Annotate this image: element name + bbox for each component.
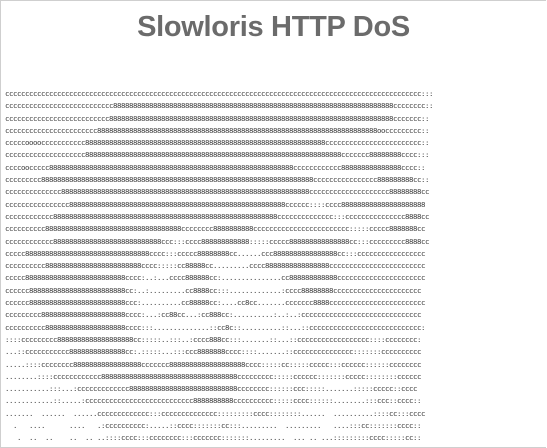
ascii-art-line: . .. .. .. .. ..::::cccc:::cccccccc:::cc… <box>16 433 421 443</box>
ascii-art-line: ccccccccc8888888888888888888888888888888… <box>5 175 429 185</box>
ascii-art-line: cccccccccccc888888888888888888888888888c… <box>5 236 429 246</box>
ascii-art-line: cccccccccc88888888888888888888cccc:::...… <box>5 322 425 332</box>
ascii-art-line: cccccccccccccccc888888888888888888888888… <box>5 199 425 209</box>
ascii-art-line: ccccooccccc88888888888888888888888888888… <box>5 162 425 172</box>
ascii-art-line: ccccccccccccccccccccccc88888888888888888… <box>5 125 429 135</box>
ascii-art-line: ...........:::...:ccccccccccccc888888888… <box>5 384 417 394</box>
ascii-art-line: cccccc888888888888888888888888cc:..:....… <box>5 285 421 295</box>
ascii-art-line: cccccccccccccccccccc88888888888888888888… <box>5 150 429 160</box>
ascii-art-line: ............::.....:cccccccccccccccccccc… <box>5 396 421 406</box>
ascii-art-line: cccccccccccccccccccccccccccccccccccccccc… <box>5 89 433 98</box>
ascii-art-line: ccccc8888888888888888888888888cccc:..:..… <box>5 273 425 283</box>
ascii-art-line: cccccccccccc8888888888888888888888888888… <box>5 211 429 221</box>
ascii-art-line: cccccccccccccccccccccccccc88888888888888… <box>5 113 429 123</box>
ascii-art-line: .....::::cccccccc88888888888888888cccccc… <box>5 359 421 369</box>
ascii-art-line: cccccccccccccc88888888888888888888888888… <box>5 187 429 197</box>
ascii-art-line: ........::::cccccccccccc8888888888888888… <box>5 371 421 381</box>
ascii-art-line: ....... ...... ......ccccccccccccc:::ccc… <box>5 408 425 418</box>
ascii-art-line: ...::ccccccccccc88888888888888cc:.:::::.… <box>5 347 421 357</box>
ascii-art-image: cccccccccccccccccccccccccccccccccccccccc… <box>5 88 546 445</box>
ascii-art-line: cccccccccc888888888888888888888888cccc::… <box>5 261 425 271</box>
ascii-art-line: cccccccccc888888888888888888888888888888… <box>5 224 425 234</box>
page-frame: Slowloris HTTP DoS ccccccccccccccccccccc… <box>0 0 546 448</box>
ascii-art-line: ccccccccc888888888888888888888cccc:...:c… <box>5 310 421 320</box>
ascii-art-line: ccccccccccccccccccccccccccc8888888888888… <box>5 101 433 111</box>
ascii-art-line: ::::ccccccccc8888888888888888888cc:::::.… <box>5 334 421 344</box>
ascii-art-line: . .... .... .:cccccccccc:.....::cccc::::… <box>12 421 421 431</box>
page-title: Slowloris HTTP DoS <box>137 11 410 43</box>
ascii-art-line: ccccc8888888888888888888888888888888cccc… <box>5 248 425 258</box>
ascii-art-line: cccccc888888888888888888888888ccc:......… <box>5 298 425 308</box>
ascii-art-line: cccccooooccccccccccc88888888888888888888… <box>5 138 429 148</box>
